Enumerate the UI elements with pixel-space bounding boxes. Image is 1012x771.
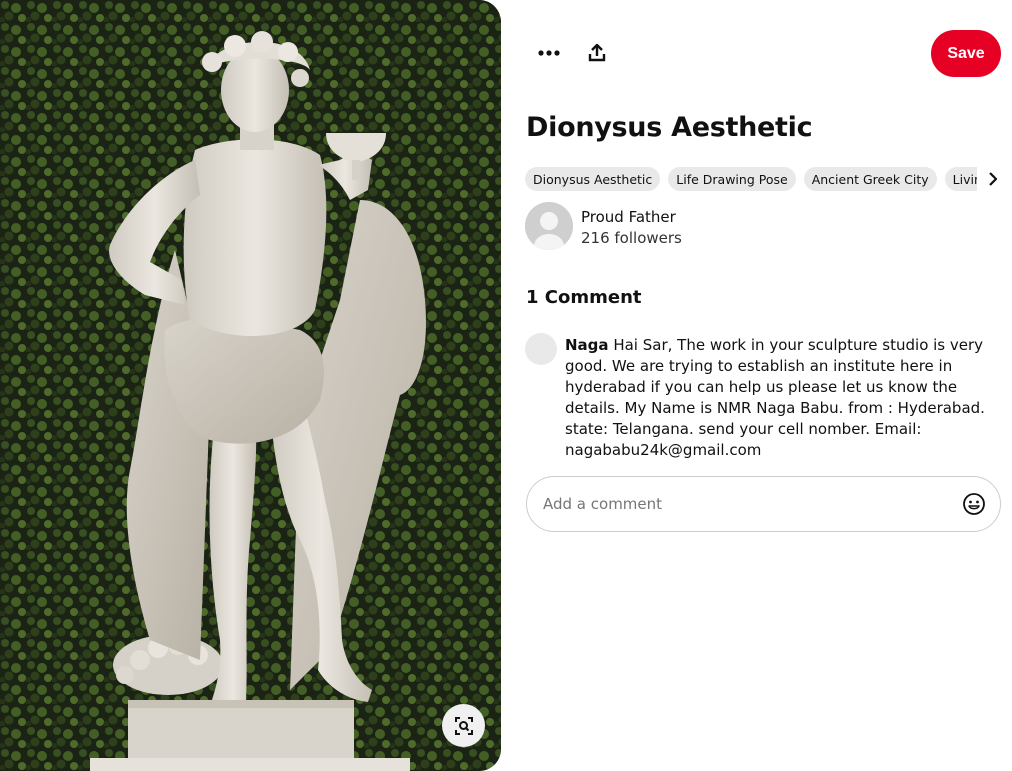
tag-chip[interactable]: Dionysus Aesthetic bbox=[525, 167, 661, 191]
smiley-icon bbox=[963, 493, 985, 515]
comment-input[interactable] bbox=[543, 477, 943, 531]
tags-scroll-next-button[interactable] bbox=[981, 167, 1005, 191]
tag-chip[interactable]: Ancient Greek City bbox=[803, 167, 937, 191]
pin-image[interactable] bbox=[0, 0, 501, 771]
emoji-button[interactable] bbox=[961, 491, 987, 517]
comment-input-container bbox=[526, 476, 1001, 532]
tag-chip[interactable]: Living Statue bbox=[944, 167, 977, 191]
comment-author[interactable]: Naga bbox=[565, 336, 609, 354]
default-avatar-icon bbox=[525, 202, 573, 250]
comment: Naga Hai Sar, The work in your sculpture… bbox=[565, 335, 995, 461]
related-tags: Dionysus Aesthetic Life Drawing Pose Anc… bbox=[525, 167, 977, 191]
more-options-button[interactable] bbox=[527, 31, 571, 75]
share-button[interactable] bbox=[575, 31, 619, 75]
tag-chip[interactable]: Life Drawing Pose bbox=[668, 167, 796, 191]
comments-heading[interactable]: 1 Comment bbox=[526, 287, 642, 308]
statue-image bbox=[0, 0, 501, 771]
save-button[interactable]: Save bbox=[931, 30, 1001, 77]
pin-title: Dionysus Aesthetic bbox=[526, 112, 813, 143]
pin-closeup: Save Dionysus Aesthetic Dionysus Aesthet… bbox=[0, 0, 1012, 771]
more-horizontal-icon bbox=[538, 50, 560, 56]
comment-text: Hai Sar, The work in your sculpture stud… bbox=[565, 336, 985, 459]
visual-search-button[interactable] bbox=[442, 704, 485, 747]
pin-details: Save Dionysus Aesthetic Dionysus Aesthet… bbox=[501, 0, 1012, 771]
creator-avatar[interactable] bbox=[525, 202, 573, 250]
creator-name[interactable]: Proud Father bbox=[581, 208, 676, 226]
creator-followers: 216 followers bbox=[581, 229, 682, 247]
chevron-right-icon bbox=[989, 172, 998, 186]
visual-search-icon bbox=[454, 716, 473, 735]
share-upload-icon bbox=[588, 43, 606, 62]
comment-avatar[interactable] bbox=[525, 333, 557, 365]
